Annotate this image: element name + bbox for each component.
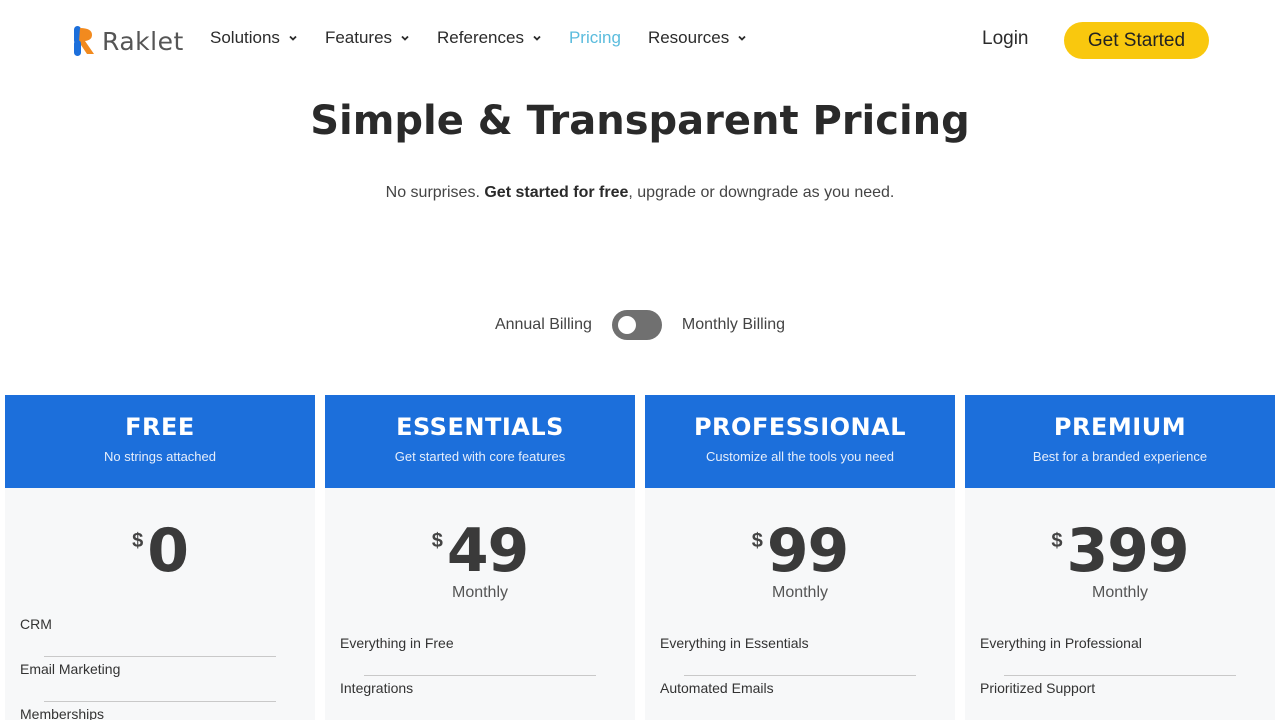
price-amount: 0	[147, 516, 189, 586]
nav-label: Features	[324, 28, 393, 47]
currency-symbol: $	[1051, 530, 1063, 552]
plan-card-free: FREE No strings attached $ 0 CRM Email M…	[5, 395, 315, 720]
billing-period: Monthly	[771, 584, 829, 601]
chevron-down-icon	[533, 35, 541, 41]
plan-tagline: Best for a branded experience	[1032, 449, 1208, 464]
billing-period: Monthly	[451, 584, 509, 601]
chevron-down-icon	[289, 35, 297, 41]
plan-name: FREE	[125, 413, 195, 441]
feature-item: CRM	[20, 612, 300, 657]
currency-symbol: $	[132, 530, 144, 552]
price-amount: 399	[1066, 516, 1189, 586]
billing-toggle[interactable]	[611, 310, 662, 340]
feature-item: Email Marketing	[20, 657, 300, 702]
nav-solutions[interactable]: Solutions	[210, 28, 298, 48]
nav-label: Pricing	[568, 28, 621, 47]
feature-list: Everything in Essentials Automated Email…	[660, 631, 940, 720]
plan-price: $ 0	[5, 488, 315, 608]
site-header: Raklet Solutions Features References Pri…	[0, 0, 1280, 80]
plan-name: PREMIUM	[1053, 413, 1187, 441]
feature-list: CRM Email Marketing Memberships	[20, 612, 300, 720]
feature-item: Everything in Professional	[980, 631, 1260, 676]
billing-period: Monthly	[1091, 584, 1149, 601]
feature-list: Everything in Professional Prioritized S…	[980, 631, 1260, 720]
main-nav: Solutions Features References Pricing Re…	[210, 28, 774, 48]
price-amount: 49	[446, 516, 529, 586]
nav-references[interactable]: References	[437, 28, 542, 48]
feature-item: Prioritized Support	[980, 676, 1260, 720]
nav-features[interactable]: Features	[325, 28, 410, 48]
login-link[interactable]: Login	[982, 28, 1029, 50]
plan-card-professional: PROFESSIONAL Customize all the tools you…	[645, 395, 955, 720]
plan-header: ESSENTIALS Get started with core feature…	[325, 395, 635, 488]
feature-item: Automated Emails	[660, 676, 940, 720]
nav-label: References	[437, 28, 524, 47]
plan-tagline: Get started with core features	[394, 449, 566, 464]
toggle-knob	[617, 316, 636, 334]
plan-card-essentials: ESSENTIALS Get started with core feature…	[325, 395, 635, 720]
currency-symbol: $	[431, 530, 443, 552]
feature-item: Everything in Free	[340, 631, 620, 676]
page-subtitle: No surprises. Get started for free, upgr…	[0, 184, 1280, 202]
plan-price: $ 49 Monthly	[325, 488, 635, 608]
logo[interactable]: Raklet	[74, 26, 184, 56]
plan-tagline: Customize all the tools you need	[706, 449, 894, 464]
plan-name: PROFESSIONAL	[693, 413, 907, 441]
feature-list: Everything in Free Integrations	[340, 631, 620, 720]
plan-card-premium: PREMIUM Best for a branded experience $ …	[965, 395, 1275, 720]
chevron-down-icon	[738, 35, 746, 41]
plan-name: ESSENTIALS	[396, 413, 564, 441]
plan-header: FREE No strings attached	[5, 395, 315, 488]
feature-item: Everything in Essentials	[660, 631, 940, 676]
plan-price: $ 399 Monthly	[965, 488, 1275, 608]
plan-price: $ 99 Monthly	[645, 488, 955, 608]
currency-symbol: $	[751, 530, 763, 552]
pricing-plans: FREE No strings attached $ 0 CRM Email M…	[5, 395, 1275, 720]
plan-header: PROFESSIONAL Customize all the tools you…	[645, 395, 955, 488]
nav-label: Resources	[647, 28, 730, 47]
subtitle-lead: No surprises.	[385, 184, 485, 201]
annual-billing-label[interactable]: Annual Billing	[495, 316, 592, 334]
billing-switch: Annual Billing Monthly Billing	[0, 310, 1280, 340]
raklet-logo-icon	[74, 26, 94, 56]
nav-resources[interactable]: Resources	[648, 28, 747, 48]
subtitle-tail: , upgrade or downgrade as you need.	[628, 184, 895, 201]
plan-tagline: No strings attached	[103, 449, 216, 464]
feature-item: Memberships	[20, 702, 300, 720]
chevron-down-icon	[401, 35, 409, 41]
logo-text: Raklet	[102, 26, 184, 56]
nav-label: Solutions	[210, 28, 280, 47]
plan-header: PREMIUM Best for a branded experience	[965, 395, 1275, 488]
page-title: Simple & Transparent Pricing	[310, 98, 970, 144]
feature-item: Integrations	[340, 676, 620, 720]
monthly-billing-label[interactable]: Monthly Billing	[682, 316, 785, 334]
get-started-button[interactable]: Get Started	[1064, 22, 1209, 59]
subtitle-emphasis: Get started for free	[484, 184, 629, 201]
nav-pricing[interactable]: Pricing	[569, 28, 621, 48]
price-amount: 99	[766, 516, 849, 586]
